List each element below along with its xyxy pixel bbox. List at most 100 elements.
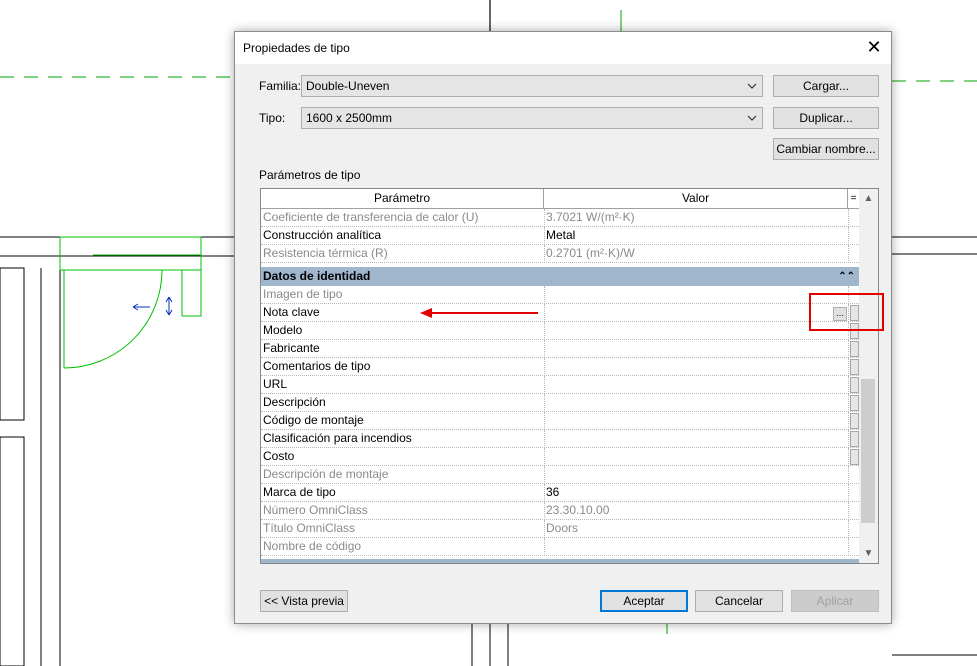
param-name: Resistencia térmica (R): [263, 246, 388, 260]
param-name: URL: [263, 377, 288, 391]
param-value: 3.7021 W/(m²·K): [546, 210, 635, 224]
familia-label: Familia:: [259, 79, 302, 93]
param-value: 23.30.10.00: [546, 503, 610, 517]
param-value[interactable]: Metal: [546, 227, 846, 244]
tipo-select[interactable]: 1600 x 2500mm: [301, 107, 763, 129]
header-valor[interactable]: Valor: [544, 189, 848, 209]
table-row[interactable]: Descripción de montaje: [261, 466, 859, 484]
param-name: Código de montaje: [263, 413, 364, 427]
table-row[interactable]: Imagen de tipo: [261, 286, 859, 304]
table-row[interactable]: Construcción analítica Metal: [261, 227, 859, 245]
param-name: Título OmniClass: [263, 521, 356, 535]
cambiar-nombre-button[interactable]: Cambiar nombre...: [773, 138, 879, 160]
cell-button[interactable]: [850, 395, 859, 411]
cell-divider: [848, 245, 850, 263]
table-row[interactable]: Código de montaje: [261, 412, 859, 430]
param-name: Descripción: [263, 395, 326, 409]
scroll-up-icon[interactable]: ▲: [859, 190, 878, 207]
param-name: Nota clave: [263, 305, 320, 319]
tipo-value: 1600 x 2500mm: [306, 111, 393, 125]
cell-button[interactable]: [850, 359, 859, 375]
param-value: Doors: [546, 521, 579, 535]
cell-divider: [848, 209, 850, 227]
cell-divider: [544, 412, 546, 430]
param-name: Comentarios de tipo: [263, 359, 371, 373]
scroll-thumb[interactable]: [861, 379, 875, 523]
cell-button[interactable]: [850, 449, 859, 465]
param-value: 0.2701 (m²·K)/W: [546, 246, 635, 260]
cell-divider: [848, 538, 850, 556]
table-row[interactable]: Título OmniClass Doors: [261, 520, 859, 538]
scroll-down-icon[interactable]: ▼: [859, 545, 878, 562]
type-parameters-grid: Parámetro Valor = Coeficiente de transfe…: [260, 188, 879, 564]
table-row[interactable]: Nota clave: [261, 304, 859, 322]
params-label: Parámetros de tipo: [259, 168, 361, 182]
table-row[interactable]: Fabricante: [261, 340, 859, 358]
dialog-titlebar: Propiedades de tipo ✕: [235, 32, 891, 64]
param-name: Nombre de código: [263, 539, 362, 553]
cell-divider: [848, 466, 850, 484]
cancelar-button[interactable]: Cancelar: [695, 590, 783, 612]
cell-button[interactable]: [850, 341, 859, 357]
param-name: Costo: [263, 449, 295, 463]
param-name: Imagen de tipo: [263, 287, 343, 301]
cargar-button[interactable]: Cargar...: [773, 75, 879, 97]
table-row[interactable]: Descripción: [261, 394, 859, 412]
table-row[interactable]: Comentarios de tipo: [261, 358, 859, 376]
param-name: Número OmniClass: [263, 503, 368, 517]
table-row[interactable]: Modelo: [261, 322, 859, 340]
aplicar-button: Aplicar: [791, 590, 879, 612]
group-datos-identidad[interactable]: Datos de identidad ⌃⌃: [261, 267, 859, 286]
cell-divider: [848, 520, 850, 538]
param-value[interactable]: 36: [546, 484, 846, 501]
header-parametro[interactable]: Parámetro: [261, 189, 544, 209]
header-extra[interactable]: =: [848, 189, 859, 209]
cell-divider: [544, 448, 546, 466]
table-row[interactable]: Marca de tipo 36: [261, 484, 859, 502]
familia-select[interactable]: Double-Uneven: [301, 75, 763, 97]
cell-divider: [544, 538, 546, 556]
table-row[interactable]: Número OmniClass 23.30.10.00: [261, 502, 859, 520]
table-row[interactable]: Nombre de código: [261, 538, 859, 556]
group-label: Datos de identidad: [263, 269, 371, 283]
param-name: Descripción de montaje: [263, 467, 389, 481]
cell-divider: [544, 322, 546, 340]
param-name: Clasificación para incendios: [263, 431, 412, 445]
close-icon[interactable]: ✕: [857, 32, 891, 62]
param-name: Modelo: [263, 323, 303, 337]
aceptar-button[interactable]: Aceptar: [600, 590, 688, 612]
param-name: Coeficiente de transferencia de calor (U…: [263, 210, 479, 224]
table-row[interactable]: Clasificación para incendios: [261, 430, 859, 448]
cell-divider: [848, 502, 850, 520]
cell-button[interactable]: [850, 377, 859, 393]
table-row[interactable]: Resistencia térmica (R) 0.2701 (m²·K)/W: [261, 245, 859, 263]
red-highlight-box: [809, 293, 884, 331]
cell-divider: [544, 286, 546, 304]
param-name: Construcción analítica: [263, 228, 382, 242]
vista-previa-button[interactable]: << Vista previa: [260, 590, 348, 612]
table-row[interactable]: URL: [261, 376, 859, 394]
cell-divider: [848, 227, 850, 245]
param-name: Fabricante: [263, 341, 320, 355]
chevron-down-icon: [747, 115, 757, 121]
cell-divider: [544, 304, 546, 322]
collapse-icon[interactable]: ⌃⌃: [838, 267, 855, 286]
group-band-bottom: [261, 559, 859, 563]
duplicar-button[interactable]: Duplicar...: [773, 107, 879, 129]
cell-divider: [544, 340, 546, 358]
table-row[interactable]: Costo: [261, 448, 859, 466]
tipo-label: Tipo:: [259, 111, 286, 125]
cell-divider: [544, 358, 546, 376]
vertical-scrollbar[interactable]: ▲ ▼: [859, 189, 878, 563]
type-properties-dialog: Propiedades de tipo ✕ Familia: Double-Un…: [234, 31, 892, 624]
cell-button[interactable]: [850, 431, 859, 447]
param-name: Marca de tipo: [263, 485, 336, 499]
chevron-down-icon: [747, 83, 757, 89]
cell-button[interactable]: [850, 413, 859, 429]
cell-divider: [848, 484, 850, 502]
familia-value: Double-Uneven: [306, 79, 390, 93]
dialog-title: Propiedades de tipo: [243, 41, 350, 55]
cell-divider: [544, 394, 546, 412]
table-row[interactable]: Coeficiente de transferencia de calor (U…: [261, 209, 859, 227]
cell-divider: [544, 430, 546, 448]
